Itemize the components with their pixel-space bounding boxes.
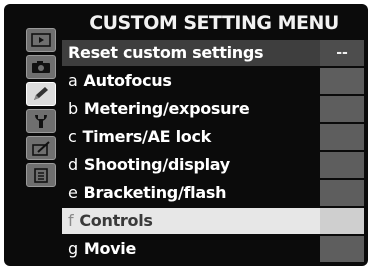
tab-retouch[interactable] [26, 136, 56, 160]
custom-setting-menu-list: Reset custom settings -- a Autofocus b Met… [62, 40, 364, 266]
menu-row-shooting-display[interactable]: d Shooting/display [62, 152, 364, 178]
item-letter: a [68, 71, 78, 90]
camera-icon [32, 61, 50, 73]
reset-label: Reset custom settings [62, 40, 320, 66]
wrench-icon [35, 115, 47, 128]
menu-row-movie[interactable]: g Movie [62, 236, 364, 262]
item-text: Movie [83, 239, 137, 258]
item-label: c Timers/AE lock [62, 124, 320, 150]
menu-row-reset[interactable]: Reset custom settings -- [62, 40, 364, 66]
menu-sidebar [20, 24, 60, 224]
item-letter: c [68, 127, 77, 146]
tab-playback[interactable] [26, 28, 56, 52]
item-text: Bracketing/flash [83, 183, 227, 202]
menu-row-timers-ae-lock[interactable]: c Timers/AE lock [62, 124, 364, 150]
reset-value: -- [320, 40, 364, 66]
item-value-box [320, 124, 364, 150]
menu-row-bracketing-flash[interactable]: e Bracketing/flash [62, 180, 364, 206]
item-letter: b [68, 99, 78, 118]
item-text: Metering/exposure [83, 99, 250, 118]
item-text: Timers/AE lock [82, 127, 212, 146]
menu-row-controls[interactable]: f Controls [62, 208, 364, 234]
retouch-icon [32, 141, 50, 156]
item-value-box [320, 208, 364, 234]
item-letter: e [68, 183, 78, 202]
item-label: f Controls [62, 208, 320, 234]
item-text: Autofocus [83, 71, 172, 90]
item-value-box [320, 236, 364, 262]
menu-title: CUSTOM SETTING MENU [89, 12, 339, 34]
tab-my-menu[interactable] [26, 163, 56, 187]
item-label: g Movie [62, 236, 320, 262]
item-letter: d [68, 155, 78, 174]
item-value-box [320, 96, 364, 122]
item-value-box [320, 152, 364, 178]
item-text: Shooting/display [83, 155, 230, 174]
tab-shooting[interactable] [26, 55, 56, 79]
menu-row-metering-exposure[interactable]: b Metering/exposure [62, 96, 364, 122]
item-label: d Shooting/display [62, 152, 320, 178]
item-value-box [320, 68, 364, 94]
tab-setup[interactable] [26, 109, 56, 133]
my-menu-icon [34, 168, 48, 183]
item-letter: g [68, 239, 78, 258]
menu-row-autofocus[interactable]: a Autofocus [62, 68, 364, 94]
item-label: e Bracketing/flash [62, 180, 320, 206]
item-letter: f [68, 211, 74, 230]
item-value-box [320, 180, 364, 206]
pencil-icon [34, 87, 48, 100]
camera-menu-screen: CUSTOM SETTING MENU Reset custom setting… [4, 4, 368, 266]
item-label: a Autofocus [62, 68, 320, 94]
tab-custom-settings[interactable] [26, 82, 56, 106]
item-label: b Metering/exposure [62, 96, 320, 122]
playback-icon [31, 33, 51, 47]
item-text: Controls [79, 211, 153, 230]
